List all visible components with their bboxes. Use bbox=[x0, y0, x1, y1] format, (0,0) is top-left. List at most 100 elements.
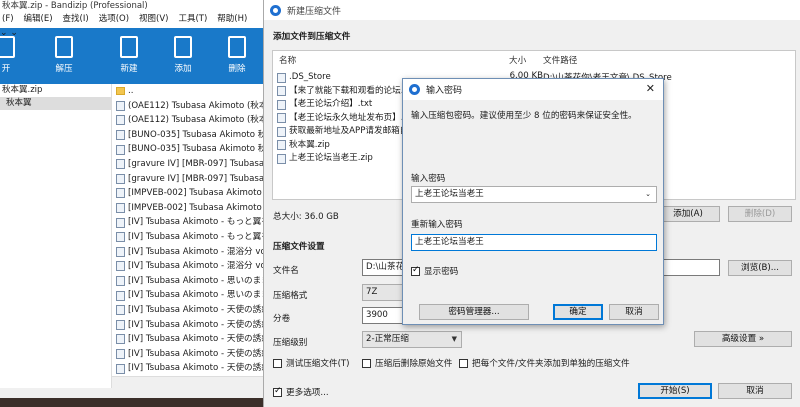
cancel-button[interactable]: 取消 bbox=[718, 383, 792, 399]
archive-file-icon bbox=[116, 115, 125, 126]
file-icon bbox=[277, 153, 286, 164]
bandizip-app-icon bbox=[409, 84, 420, 95]
horizontal-scrollbar[interactable] bbox=[112, 376, 270, 388]
archive-file-icon bbox=[116, 203, 125, 214]
list-item[interactable]: [BUNO-035] Tsubasa Akimoto 秋本翼 bbox=[112, 128, 270, 143]
list-item-name: [IV] Tsubasa Akimoto - もっと翼を bbox=[128, 231, 270, 242]
table-row[interactable]: .DS_Store bbox=[277, 71, 331, 84]
list-item[interactable]: [IV] Tsubasa Akimoto - 天使の誘惑 bbox=[112, 318, 270, 333]
list-item-name: [IMPVEB-002] Tsubasa Akimoto 秋 bbox=[128, 188, 270, 199]
taskbar-strip bbox=[0, 398, 270, 407]
list-item[interactable]: [IV] Tsubasa Akimoto - 天使の誘惑 bbox=[112, 361, 270, 376]
bandizip-app-icon bbox=[270, 4, 281, 16]
checkbox-box bbox=[459, 358, 468, 368]
test-archive-checkbox[interactable]: 测试压缩文件(T) bbox=[273, 357, 350, 369]
table-row[interactable]: 秋本翼.zip bbox=[277, 139, 330, 152]
menu-tools[interactable]: 工具(T) bbox=[178, 12, 207, 26]
toolbar: 开 ⌄ 解压 ⌄ 新建 添加 删除 bbox=[0, 28, 270, 84]
list-item[interactable]: [IV] Tsubasa Akimoto - もっと翼を bbox=[112, 230, 270, 245]
list-item[interactable]: [IV] Tsubasa Akimoto - 混浴分 vol bbox=[112, 259, 270, 274]
list-item-name: [IV] Tsubasa Akimoto - 思いのまま bbox=[128, 275, 270, 286]
format-select[interactable]: 7Z bbox=[362, 284, 404, 301]
list-item-name: [gravure IV] [MBR-097] Tsubasa A bbox=[128, 158, 270, 169]
extract-button[interactable]: 解压 bbox=[50, 28, 78, 84]
list-item[interactable]: [IV] Tsubasa Akimoto - 天使の誘惑 bbox=[112, 303, 270, 318]
menu-view[interactable]: 视图(V) bbox=[139, 12, 168, 26]
list-item[interactable]: [IV] Tsubasa Akimoto - もっと翼を bbox=[112, 215, 270, 230]
column-name[interactable]: 名称 bbox=[279, 54, 296, 66]
add-button[interactable]: 添加 bbox=[168, 28, 198, 84]
delete-icon bbox=[228, 36, 246, 58]
list-item-name: [IV] Tsubasa Akimoto - 混浴分 vol bbox=[128, 261, 269, 272]
start-button[interactable]: 开始(S) bbox=[638, 383, 712, 399]
list-item[interactable]: (OAE112) Tsubasa Akimoto (秋本翼) bbox=[112, 99, 270, 114]
show-password-checkbox[interactable]: 显示密码 bbox=[411, 265, 458, 277]
file-icon bbox=[277, 86, 286, 96]
table-row[interactable]: 【老王论坛永久地址发布页】... bbox=[277, 112, 409, 125]
more-options-checkbox[interactable]: 更多选项... bbox=[273, 386, 329, 398]
row-name: 【来了就能下载和观看的论坛... bbox=[289, 85, 409, 96]
table-row[interactable]: 【来了就能下载和观看的论坛... bbox=[277, 85, 409, 98]
add-files-heading: 添加文件到压缩文件 bbox=[273, 32, 351, 42]
menu-edit[interactable]: 编辑(E) bbox=[24, 12, 53, 26]
tree-item-archive[interactable]: 秋本翼.zip bbox=[0, 84, 111, 97]
list-item[interactable]: [BUNO-035] Tsubasa Akimoto 秋本翼 bbox=[112, 142, 270, 157]
ok-button[interactable]: 确定 bbox=[553, 304, 603, 320]
extract-icon bbox=[55, 36, 73, 58]
list-item[interactable]: [IV] Tsubasa Akimoto - 混浴分 vol bbox=[112, 245, 270, 260]
list-item[interactable]: [IV] Tsubasa Akimoto - 天使の誘惑 bbox=[112, 347, 270, 362]
filename-label: 文件名 bbox=[273, 266, 299, 276]
remove-files-button[interactable]: 删除(D) bbox=[728, 206, 792, 222]
file-icon bbox=[277, 113, 286, 123]
delete-after-checkbox[interactable]: 压缩后删除原始文件 bbox=[362, 357, 452, 369]
table-row[interactable]: 【老王论坛介绍】.txt bbox=[277, 98, 372, 111]
archive-file-icon bbox=[116, 348, 125, 359]
bandizip-window: 秋本翼.zip - Bandizip (Professional) (F) 编辑… bbox=[0, 0, 270, 407]
format-value: 7Z bbox=[366, 287, 378, 297]
list-item[interactable]: [IV] Tsubasa Akimoto - 思いのまま bbox=[112, 288, 270, 303]
row-name: .DS_Store bbox=[289, 72, 331, 82]
row-name: 上老王论坛当老王.zip bbox=[289, 153, 373, 163]
checkbox-box bbox=[362, 358, 371, 368]
close-icon[interactable]: ✕ bbox=[646, 82, 655, 95]
separate-archives-checkbox[interactable]: 把每个文件/文件夹添加到单独的压缩文件 bbox=[459, 357, 630, 369]
list-item[interactable]: [IV] Tsubasa Akimoto - 天使の誘惑 bbox=[112, 332, 270, 347]
list-item-name: [IV] Tsubasa Akimoto - 思いのまま bbox=[128, 290, 270, 301]
menu-help[interactable]: 帮助(H) bbox=[217, 12, 247, 26]
table-row[interactable]: 获取最新地址及APP请发邮箱自... bbox=[277, 125, 417, 138]
column-size[interactable]: 大小 bbox=[509, 54, 526, 66]
list-item[interactable]: [gravure IV] [MBR-097] Tsubasa A bbox=[112, 172, 270, 187]
password-input[interactable]: 上老王论坛当老王 ⌄ bbox=[411, 186, 657, 203]
advanced-settings-button[interactable]: 高级设置 » bbox=[694, 331, 792, 347]
reenter-password-input[interactable]: 上老王论坛当老王 bbox=[411, 234, 657, 251]
open-button[interactable]: 开 bbox=[0, 28, 18, 84]
row-name: 获取最新地址及APP请发邮箱自... bbox=[289, 126, 417, 136]
tree-item-folder[interactable]: 秋本翼 bbox=[0, 97, 111, 110]
list-item[interactable]: [IMPVEB-002] Tsubasa Akimoto 秋 bbox=[112, 201, 270, 216]
list-item[interactable]: [IMPVEB-002] Tsubasa Akimoto 秋 bbox=[112, 186, 270, 201]
list-item[interactable]: [IV] Tsubasa Akimoto - 思いのまま bbox=[112, 274, 270, 289]
new-archive-button[interactable]: 新建 bbox=[114, 28, 144, 84]
chevron-down-icon[interactable]: ⌄ bbox=[645, 187, 651, 202]
menu-options[interactable]: 选项(O) bbox=[99, 12, 129, 26]
add-label: 添加 bbox=[174, 64, 192, 74]
add-files-button[interactable]: 添加(A) bbox=[656, 206, 720, 222]
archive-file-icon bbox=[116, 363, 125, 374]
browse-button[interactable]: 浏览(B)... bbox=[728, 260, 792, 276]
list-item[interactable]: (OAE112) Tsubasa Akimoto (秋本翼) bbox=[112, 113, 270, 128]
list-item[interactable]: [gravure IV] [MBR-097] Tsubasa A bbox=[112, 157, 270, 172]
menu-find[interactable]: 查找(I) bbox=[63, 12, 89, 26]
list-item[interactable]: .. bbox=[112, 84, 270, 99]
menu-file[interactable]: (F) bbox=[2, 12, 14, 26]
password-cancel-button[interactable]: 取消 bbox=[609, 304, 659, 320]
list-item-name: [IMPVEB-002] Tsubasa Akimoto 秋 bbox=[128, 202, 270, 213]
column-path[interactable]: 文件路径 bbox=[543, 54, 577, 66]
window-title: 秋本翼.zip - Bandizip (Professional) bbox=[0, 0, 270, 12]
delete-button[interactable]: 删除 bbox=[222, 28, 252, 84]
password-manager-button[interactable]: 密码管理器... bbox=[419, 304, 529, 320]
list-item-name: (OAE112) Tsubasa Akimoto (秋本翼) bbox=[128, 115, 270, 126]
table-row[interactable]: 上老王论坛当老王.zip bbox=[277, 152, 373, 165]
file-icon bbox=[277, 140, 286, 150]
split-input[interactable]: 3900 bbox=[362, 307, 404, 324]
level-select[interactable]: 2-正常压缩 ▼ bbox=[362, 331, 462, 348]
